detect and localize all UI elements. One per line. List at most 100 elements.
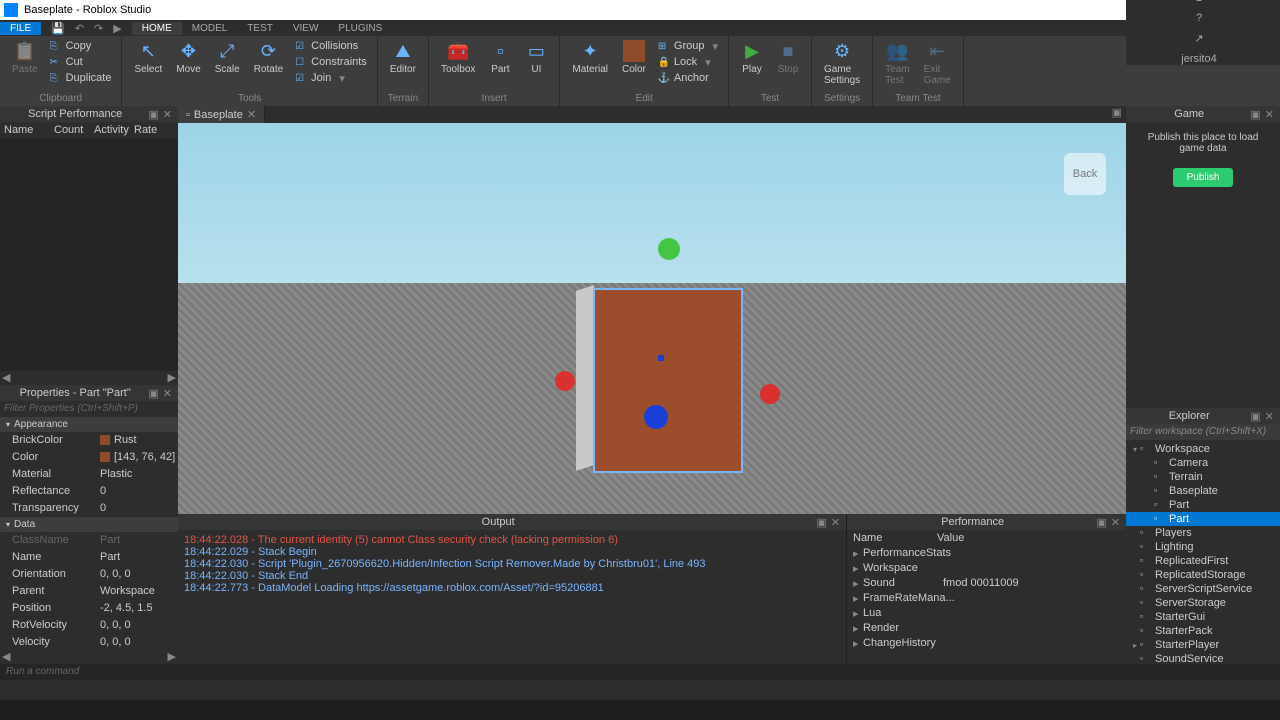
- explorer-tree[interactable]: ▾▫Workspace▫Camera▫Terrain▫Baseplate▫Par…: [1126, 440, 1280, 664]
- help-icon[interactable]: ?: [1196, 12, 1202, 24]
- script-perf-scrollbar[interactable]: ◀▶: [0, 371, 178, 385]
- game-settings-button[interactable]: ⚙Game Settings: [818, 38, 866, 88]
- viewport-tab[interactable]: ▫Baseplate✕: [178, 106, 265, 123]
- perf-row[interactable]: ▸Soundfmod 00011009: [847, 576, 1126, 591]
- close-icon[interactable]: ✕: [1109, 516, 1122, 529]
- tree-item[interactable]: ▫Part: [1126, 512, 1280, 526]
- perf-row[interactable]: ▸Render: [847, 621, 1126, 636]
- cut-button[interactable]: ✂Cut: [46, 54, 116, 70]
- ui-button[interactable]: ▭UI: [519, 38, 553, 77]
- duplicate-button[interactable]: ⎘Duplicate: [46, 70, 116, 86]
- close-icon[interactable]: ✕: [829, 516, 842, 529]
- share-icon[interactable]: ↗: [1194, 32, 1203, 45]
- prop-rotvelocity[interactable]: RotVelocity0, 0, 0: [0, 617, 178, 634]
- publish-button[interactable]: Publish: [1173, 168, 1234, 187]
- tree-item[interactable]: ▫Baseplate: [1126, 484, 1280, 498]
- terrain-editor-button[interactable]: ⛰Editor: [384, 38, 422, 77]
- group-button[interactable]: ⊞Group▾: [654, 38, 722, 54]
- prop-name[interactable]: NamePart: [0, 549, 178, 566]
- prop-transparency[interactable]: Transparency0: [0, 500, 178, 517]
- tab-model[interactable]: MODEL: [182, 22, 238, 35]
- tree-item[interactable]: ▾▫Workspace: [1126, 442, 1280, 456]
- close-tab-icon[interactable]: ✕: [247, 108, 256, 121]
- tree-item[interactable]: ▫ReplicatedStorage: [1126, 568, 1280, 582]
- properties-filter[interactable]: Filter Properties (Ctrl+Shift+P): [0, 401, 178, 417]
- copy-button[interactable]: ⎘Copy: [46, 38, 116, 54]
- select-button[interactable]: ↖Select: [128, 38, 168, 77]
- prop-orientation[interactable]: Orientation0, 0, 0: [0, 566, 178, 583]
- cat-appearance[interactable]: Appearance: [0, 417, 178, 432]
- tree-item[interactable]: ▫ServerScriptService: [1126, 582, 1280, 596]
- close-icon[interactable]: ✕: [161, 387, 174, 400]
- toolbox-button[interactable]: 🧰Toolbox: [435, 38, 481, 77]
- perf-row[interactable]: ▸PerformanceStats: [847, 546, 1126, 561]
- constraints-toggle[interactable]: ☐Constraints: [291, 54, 371, 70]
- tree-item[interactable]: ▫Camera: [1126, 456, 1280, 470]
- tree-item[interactable]: ▫Lighting: [1126, 540, 1280, 554]
- close-icon[interactable]: ✕: [1263, 410, 1276, 423]
- handle-front[interactable]: [644, 405, 668, 429]
- prop-brickcolor[interactable]: BrickColorRust: [0, 432, 178, 449]
- perf-row[interactable]: ▸FrameRateMana...: [847, 591, 1126, 606]
- prop-reflectance[interactable]: Reflectance0: [0, 483, 178, 500]
- material-button[interactable]: ✦Material: [566, 38, 614, 77]
- join-toggle[interactable]: ☑Join▾: [291, 70, 371, 86]
- output-log[interactable]: 18:44:22.028 - The current identity (5) …: [178, 530, 846, 664]
- tree-item[interactable]: ▸▫StarterPlayer: [1126, 638, 1280, 652]
- cat-data[interactable]: Data: [0, 517, 178, 532]
- tree-item[interactable]: ▫SoundService: [1126, 652, 1280, 664]
- undock-icon[interactable]: ▣: [146, 387, 160, 400]
- tree-item[interactable]: ▫ReplicatedFirst: [1126, 554, 1280, 568]
- prop-velocity[interactable]: Velocity0, 0, 0: [0, 634, 178, 650]
- camera-back-button[interactable]: Back: [1064, 153, 1106, 195]
- undock-icon[interactable]: ▣: [1248, 410, 1262, 423]
- undock-icon[interactable]: ▣: [146, 108, 160, 121]
- performance-tree[interactable]: ▸PerformanceStats▸Workspace▸Soundfmod 00…: [847, 546, 1126, 651]
- prop-position[interactable]: Position-2, 4.5, 1.5: [0, 600, 178, 617]
- color-button[interactable]: Color: [616, 38, 652, 77]
- part-button[interactable]: ▫Part: [483, 38, 517, 77]
- tree-item[interactable]: ▫Players: [1126, 526, 1280, 540]
- undock-icon[interactable]: ▣: [1248, 108, 1262, 121]
- move-button[interactable]: ✥Move: [170, 38, 206, 77]
- file-menu[interactable]: FILE: [0, 22, 41, 35]
- handle-top[interactable]: [658, 238, 680, 260]
- redo-icon[interactable]: ↷: [94, 22, 103, 35]
- undo-icon[interactable]: ↶: [75, 22, 84, 35]
- play-button[interactable]: ▶Play: [735, 38, 769, 77]
- perf-row[interactable]: ▸Workspace: [847, 561, 1126, 576]
- expand-viewport-icon[interactable]: ▣: [1108, 106, 1126, 123]
- properties-scrollbar[interactable]: ◀▶: [0, 650, 178, 664]
- anchor-button[interactable]: ⚓Anchor: [654, 70, 722, 86]
- handle-left[interactable]: [555, 371, 575, 391]
- tree-item[interactable]: ▫ServerStorage: [1126, 596, 1280, 610]
- collisions-toggle[interactable]: ☑Collisions: [291, 38, 371, 54]
- tab-test[interactable]: TEST: [237, 22, 283, 35]
- paste-button[interactable]: 📋Paste: [6, 38, 44, 77]
- play-icon[interactable]: ▶: [113, 22, 121, 35]
- username[interactable]: jersito4: [1181, 53, 1216, 65]
- tree-item[interactable]: ▫Part: [1126, 498, 1280, 512]
- handle-right[interactable]: [760, 384, 780, 404]
- rotate-button[interactable]: ⟳Rotate: [248, 38, 289, 77]
- save-icon[interactable]: 💾: [51, 22, 65, 35]
- selected-part[interactable]: [593, 288, 743, 473]
- explorer-filter[interactable]: Filter workspace (Ctrl+Shift+X): [1126, 424, 1280, 440]
- prop-color[interactable]: Color[143, 76, 42]: [0, 449, 178, 466]
- tree-item[interactable]: ▫StarterPack: [1126, 624, 1280, 638]
- tab-view[interactable]: VIEW: [283, 22, 329, 35]
- tab-plugins[interactable]: PLUGINS: [328, 22, 392, 35]
- undock-icon[interactable]: ▣: [814, 516, 828, 529]
- undock-icon[interactable]: ▣: [1094, 516, 1108, 529]
- upgrade-icon[interactable]: ↥: [1194, 0, 1203, 4]
- perf-row[interactable]: ▸Lua: [847, 606, 1126, 621]
- prop-parent[interactable]: ParentWorkspace: [0, 583, 178, 600]
- tree-item[interactable]: ▫StarterGui: [1126, 610, 1280, 624]
- tab-home[interactable]: HOME: [132, 22, 182, 35]
- tree-item[interactable]: ▫Terrain: [1126, 470, 1280, 484]
- 3d-viewport[interactable]: Back: [178, 123, 1126, 514]
- prop-material[interactable]: MaterialPlastic: [0, 466, 178, 483]
- scale-button[interactable]: ⤢Scale: [209, 38, 246, 77]
- close-icon[interactable]: ✕: [161, 108, 174, 121]
- lock-button[interactable]: 🔒Lock▾: [654, 54, 722, 70]
